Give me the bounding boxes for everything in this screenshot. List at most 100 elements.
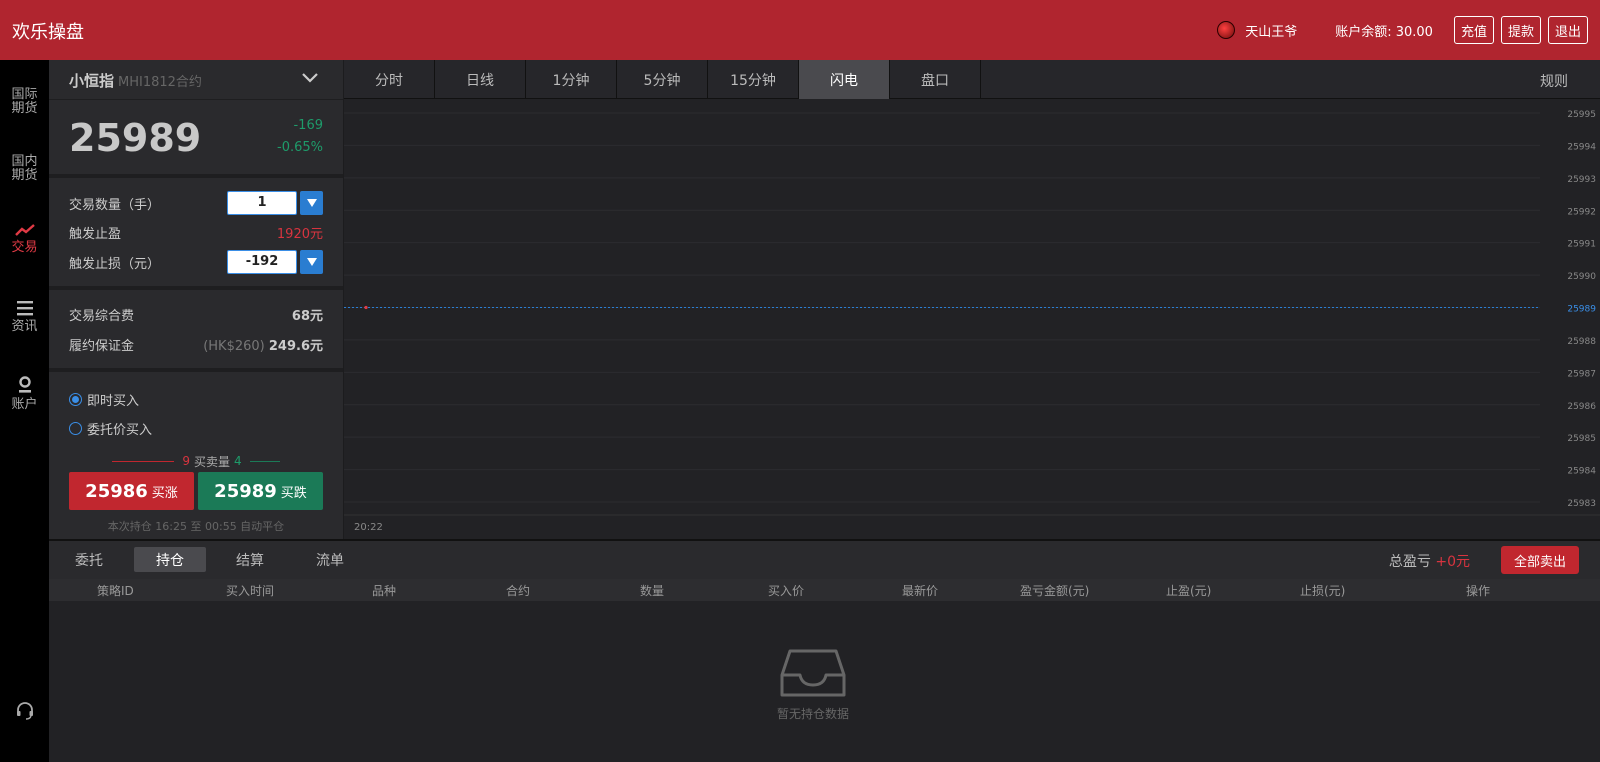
nav-news[interactable]: 资讯 [0, 300, 49, 334]
y-tick-label: 25988 [1567, 337, 1596, 347]
stop-loss-label: 触发止损（元） [69, 256, 161, 272]
y-tick-label: 25992 [1567, 207, 1596, 217]
tab-flash[interactable]: 闪电 [799, 60, 890, 99]
nav-account[interactable]: 账户 [0, 376, 49, 412]
symbol-name: 小恒指 [69, 72, 115, 90]
y-tick-label: 25983 [1567, 499, 1596, 509]
stop-loss-input[interactable]: -192 [227, 250, 297, 274]
tab-order-book[interactable]: 盘口 [890, 60, 981, 99]
trend-icon [14, 224, 35, 236]
take-profit-value: 1920元 [276, 226, 323, 242]
qty-selector: 1 [227, 191, 323, 215]
y-tick-label: 25993 [1567, 175, 1596, 185]
qty-input[interactable]: 1 [227, 191, 297, 215]
sell-all-button[interactable]: 全部卖出 [1501, 546, 1579, 574]
recharge-button[interactable]: 充值 [1453, 16, 1494, 44]
symbol-code: MHI1812合约 [118, 75, 202, 90]
y-tick-label: 25986 [1567, 402, 1596, 412]
col-product: 品种 [372, 584, 397, 598]
nav-label: 交易 [11, 240, 38, 255]
rules-link[interactable]: 规则 [1540, 71, 1568, 91]
y-tick-label: 25994 [1567, 142, 1596, 152]
nav-trade[interactable]: 交易 [0, 223, 49, 255]
order-type-limit[interactable]: 委托价买入 [69, 419, 152, 438]
tab-5min[interactable]: 5分钟 [617, 60, 708, 99]
x-tick-label: 20:22 [354, 522, 383, 533]
order-type-label: 委托价买入 [87, 423, 153, 438]
hold-note: 本次持仓 16:25 至 00:55 自动平仓 [107, 520, 285, 533]
nav-label: 资讯 [11, 319, 38, 334]
tab-positions[interactable]: 持仓 [134, 547, 206, 572]
logout-button[interactable]: 退出 [1547, 16, 1588, 44]
take-profit-row: 触发止盈 1920元 [69, 220, 323, 244]
tab-daily[interactable]: 日线 [435, 60, 526, 99]
symbol-selector[interactable]: 小恒指 MHI1812合约 [49, 60, 343, 100]
sell-count: 4 [234, 454, 242, 468]
positions-table-header: 策略ID 买入时间 品种 合约 数量 买入价 最新价 盈亏金额(元) 止盈(元)… [49, 579, 1600, 601]
tab-timeshare[interactable]: 分时 [344, 60, 435, 99]
inbox-icon [780, 649, 846, 697]
positions-tabs: 委托 持仓 结算 流单 总盈亏 +0元 全部卖出 [49, 541, 1600, 579]
buy-count: 9 [182, 454, 190, 468]
current-price: 25989 [69, 116, 202, 160]
price-change: -169 [293, 118, 323, 133]
nav-domestic-futures[interactable]: 国内期货 [0, 155, 49, 183]
chevron-down-icon[interactable] [301, 72, 319, 84]
fee-label: 交易综合费 [69, 308, 135, 324]
tab-orders[interactable]: 委托 [53, 547, 125, 572]
divider [49, 368, 343, 372]
buy-down-button[interactable]: 25989 买跌 [198, 472, 323, 510]
col-last-price: 最新价 [902, 584, 939, 598]
tab-15min[interactable]: 15分钟 [708, 60, 799, 99]
divider [49, 286, 343, 290]
account-balance: 账户余额: 30.00 [1335, 24, 1433, 40]
radio-selected [69, 393, 82, 406]
volume-bar: 9 买卖量 4 [69, 453, 323, 469]
headset-icon[interactable] [15, 700, 35, 720]
left-nav: 国际期货 国内期货 交易 资讯 账户 [0, 60, 49, 762]
qty-row: 交易数量（手） 1 [69, 191, 323, 215]
qty-label: 交易数量（手） [69, 197, 161, 213]
take-profit-label: 触发止盈 [69, 226, 122, 242]
buy-down-price: 25989 [214, 480, 277, 502]
triangle-down-icon [306, 258, 317, 266]
user-info[interactable]: 天山王爷 [1217, 21, 1297, 40]
total-pnl-value: +0元 [1435, 554, 1470, 570]
y-tick-label: 25995 [1567, 110, 1596, 120]
withdraw-button[interactable]: 提款 [1500, 16, 1541, 44]
empty-text: 暂无持仓数据 [776, 707, 849, 721]
buy-up-button[interactable]: 25986 买涨 [69, 472, 194, 510]
qty-dropdown-button[interactable] [300, 191, 323, 215]
y-tick-label: 25987 [1567, 369, 1596, 379]
nav-label: 国际期货 [11, 87, 38, 116]
tab-1min[interactable]: 1分钟 [526, 60, 617, 99]
trade-panel: 小恒指 MHI1812合约 25989 -169 -0.65% 交易数量（手） 1… [49, 60, 343, 539]
total-pnl: 总盈亏 +0元 [1389, 551, 1470, 571]
margin-values: (HK$260) 249.6元 [203, 335, 323, 354]
buy-up-price: 25986 [85, 480, 148, 502]
fee-value: 68元 [291, 308, 323, 324]
stop-loss-selector: -192 [227, 250, 323, 274]
buy-volume-line [112, 460, 175, 462]
buy-up-label: 买涨 [151, 485, 178, 501]
order-type-instant[interactable]: 即时买入 [69, 390, 139, 409]
margin-row: 履约保证金 (HK$260) 249.6元 [69, 332, 323, 356]
tab-expired[interactable]: 流单 [294, 547, 366, 572]
col-pnl-amount: 盈亏金额(元) [1020, 584, 1090, 598]
radio-unselected [69, 422, 82, 435]
tab-settlement[interactable]: 结算 [214, 547, 286, 572]
header-right: 天山王爷 账户余额: 30.00 充值 提款 退出 [1217, 15, 1588, 45]
chart-tabs: 分时 日线 1分钟 5分钟 15分钟 闪电 盘口 规则 [344, 60, 1600, 99]
margin-label: 履约保证金 [69, 338, 135, 354]
col-buy-price: 买入价 [768, 584, 805, 598]
positions-panel: 委托 持仓 结算 流单 总盈亏 +0元 全部卖出 策略ID 买入时间 品种 合约… [49, 539, 1600, 762]
nav-international-futures[interactable]: 国际期货 [0, 88, 49, 116]
triangle-down-icon [306, 199, 317, 207]
buy-down-label: 买跌 [280, 485, 307, 501]
divider [49, 174, 343, 178]
empty-state: 暂无持仓数据 [773, 647, 853, 722]
col-contract: 合约 [506, 584, 531, 598]
brand-title: 欢乐操盘 [12, 22, 84, 43]
stop-loss-dropdown-button[interactable] [300, 250, 323, 274]
total-pnl-label: 总盈亏 [1388, 554, 1431, 570]
